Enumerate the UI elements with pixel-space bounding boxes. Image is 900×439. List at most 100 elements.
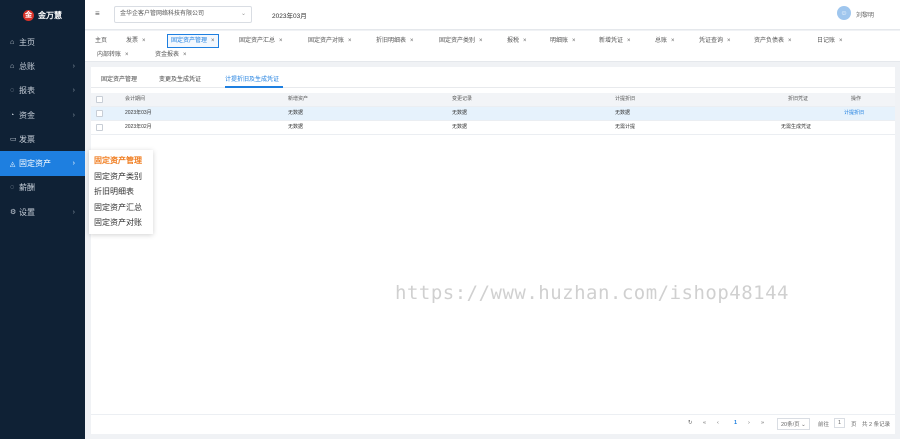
- sidebar-item-salary[interactable]: ◌ 薪酬: [0, 176, 85, 200]
- hamburger-menu-icon[interactable]: ≡: [95, 9, 103, 18]
- close-icon[interactable]: ×: [142, 38, 146, 44]
- column-header: 计提折旧: [615, 96, 636, 102]
- sidebar-item-funds[interactable]: ◔ 资金 ›: [0, 103, 85, 127]
- cell-change: 无数据: [452, 124, 468, 130]
- close-icon[interactable]: ×: [839, 38, 843, 44]
- close-icon[interactable]: ×: [523, 38, 527, 44]
- active-tab-indicator: [225, 86, 283, 88]
- sidebar: 金 金万慧 ⌂ 主页 ⌂ 总账 › ◌ 报表 › ◔ 资金 › ▭ 发票 ◬ 固…: [0, 0, 85, 439]
- tab-label: 发票: [126, 38, 139, 44]
- close-icon[interactable]: ×: [211, 38, 215, 44]
- close-icon[interactable]: ×: [279, 38, 283, 44]
- tab-label: 折旧明细表: [376, 38, 407, 44]
- tab-depreciation-detail[interactable]: 折旧明细表 ×: [373, 34, 417, 48]
- tab-label: 总账: [655, 38, 668, 44]
- table-row[interactable]: 2023年02月 无数据 无数据 无需计提 无需生成凭证: [91, 121, 895, 135]
- tab-voucher-query[interactable]: 凭证查询 ×: [696, 34, 734, 48]
- cell-change: 无数据: [452, 110, 468, 116]
- tab-internal-transfer[interactable]: 内部转账 ×: [94, 48, 132, 62]
- page-size-select[interactable]: 20条/页 ⌄: [777, 418, 810, 430]
- tab-label: 资金报表: [155, 52, 180, 58]
- submenu-item-asset-management[interactable]: 固定资产管理: [89, 153, 153, 169]
- close-icon[interactable]: ×: [788, 38, 792, 44]
- close-icon[interactable]: ×: [183, 52, 187, 58]
- tab-fixed-asset-category[interactable]: 固定资产类别 ×: [436, 34, 486, 48]
- submenu-item-asset-category[interactable]: 固定资产类别: [89, 169, 153, 185]
- tab-journal[interactable]: 日记账 ×: [814, 34, 846, 48]
- tab-home[interactable]: 主页: [92, 34, 110, 48]
- tab-general-ledger[interactable]: 总账 ×: [652, 34, 678, 48]
- ledger-icon: ⌂: [10, 62, 15, 70]
- salary-icon: ◌: [10, 184, 15, 192]
- next-page-icon[interactable]: ›: [748, 420, 750, 426]
- sidebar-item-fixed-assets[interactable]: ◬ 固定资产 ›: [0, 151, 85, 176]
- first-page-icon[interactable]: «: [703, 420, 706, 426]
- tab-label: 固定资产汇总: [239, 38, 276, 44]
- tab-label: 固定资产管理: [171, 38, 208, 44]
- tab-label: 明细账: [550, 38, 569, 44]
- sidebar-item-label: 资金: [19, 110, 35, 120]
- submenu-item-depreciation-detail[interactable]: 折旧明细表: [89, 184, 153, 200]
- cell-depreciation: 无需计提: [615, 124, 636, 130]
- company-select[interactable]: 金华企客户管网络科技有限公司 ⌄: [114, 6, 252, 23]
- sidebar-item-home[interactable]: ⌂ 主页: [0, 30, 85, 54]
- tab-label: 主页: [95, 38, 108, 44]
- goto-page-input[interactable]: 1: [834, 418, 846, 428]
- tab-invoice[interactable]: 发票 ×: [123, 34, 149, 48]
- tab-funds-report[interactable]: 资金报表 ×: [152, 48, 190, 62]
- close-icon[interactable]: ×: [671, 38, 675, 44]
- sidebar-item-settings[interactable]: ⚙ 设置 ›: [0, 200, 85, 224]
- tab-fixed-asset-management[interactable]: 固定资产管理 ×: [167, 34, 219, 48]
- depreciation-table: 会计期间 新增资产 变更记录 计提折旧 折旧凭证 操作 2023年03月 无数据…: [91, 93, 895, 135]
- tab-tax[interactable]: 报税 ×: [504, 34, 530, 48]
- close-icon[interactable]: ×: [479, 38, 483, 44]
- accounting-period[interactable]: 2023年03月: [272, 10, 307, 20]
- tab-detail-ledger[interactable]: 明细账 ×: [547, 34, 579, 48]
- current-page[interactable]: 1: [734, 420, 737, 426]
- subtab-change-voucher[interactable]: 变更及生成凭证: [159, 74, 201, 83]
- depreciate-link[interactable]: 计提折旧: [844, 107, 864, 120]
- sidebar-item-ledger[interactable]: ⌂ 总账 ›: [0, 54, 85, 78]
- sidebar-item-reports[interactable]: ◌ 报表 ›: [0, 79, 85, 103]
- close-icon[interactable]: ×: [572, 38, 576, 44]
- prev-page-icon[interactable]: ‹: [717, 420, 719, 426]
- subtab-depreciation-voucher[interactable]: 计提折旧及生成凭证: [225, 74, 279, 83]
- sidebar-item-invoice[interactable]: ▭ 发票: [0, 127, 85, 151]
- cell-period: 2023年02月: [125, 124, 152, 130]
- sidebar-item-label: 设置: [19, 207, 35, 217]
- tab-label: 固定资产类别: [439, 38, 476, 44]
- home-icon: ⌂: [10, 38, 15, 46]
- username[interactable]: 刘黎明: [856, 10, 874, 19]
- chevron-right-icon: ›: [72, 111, 75, 119]
- table-row[interactable]: 2023年03月 无数据 无数据 无数据 计提折旧: [91, 107, 895, 121]
- tab-fixed-asset-reconcile[interactable]: 固定资产对账 ×: [305, 34, 355, 48]
- sidebar-item-label: 固定资产: [19, 159, 51, 169]
- app-name: 金万慧: [38, 10, 62, 20]
- close-icon[interactable]: ×: [627, 38, 631, 44]
- total-records: 共 2 条记录: [862, 422, 891, 428]
- refresh-icon[interactable]: ↻: [688, 420, 693, 426]
- row-checkbox[interactable]: [96, 124, 103, 131]
- close-icon[interactable]: ×: [727, 38, 731, 44]
- row-checkbox[interactable]: [96, 110, 103, 117]
- close-icon[interactable]: ×: [125, 52, 129, 58]
- sidebar-item-label: 总账: [19, 61, 35, 71]
- tab-fixed-asset-summary[interactable]: 固定资产汇总 ×: [236, 34, 286, 48]
- main-content: 固定资产管理 变更及生成凭证 计提折旧及生成凭证 会计期间 新增资产 变更记录 …: [91, 67, 895, 434]
- goto-label: 前往: [818, 422, 830, 428]
- tab-label: 新增凭证: [599, 38, 624, 44]
- select-all-checkbox[interactable]: [96, 96, 103, 103]
- cell-new-asset: 无数据: [288, 124, 304, 130]
- company-name: 金华企客户管网络科技有限公司: [120, 11, 205, 17]
- subtab-asset-management[interactable]: 固定资产管理: [101, 74, 137, 83]
- avatar[interactable]: ☺: [837, 6, 851, 20]
- tab-new-voucher[interactable]: 新增凭证 ×: [596, 34, 634, 48]
- submenu-item-asset-summary[interactable]: 固定资产汇总: [89, 200, 153, 216]
- column-header: 操作: [851, 96, 862, 102]
- tab-balance-sheet[interactable]: 资产负债表 ×: [751, 34, 795, 48]
- close-icon[interactable]: ×: [348, 38, 352, 44]
- watermark-text: https://www.huzhan.com/ishop48144: [395, 282, 789, 304]
- close-icon[interactable]: ×: [410, 38, 414, 44]
- submenu-item-asset-reconcile[interactable]: 固定资产对账: [89, 215, 153, 231]
- last-page-icon[interactable]: »: [761, 420, 764, 426]
